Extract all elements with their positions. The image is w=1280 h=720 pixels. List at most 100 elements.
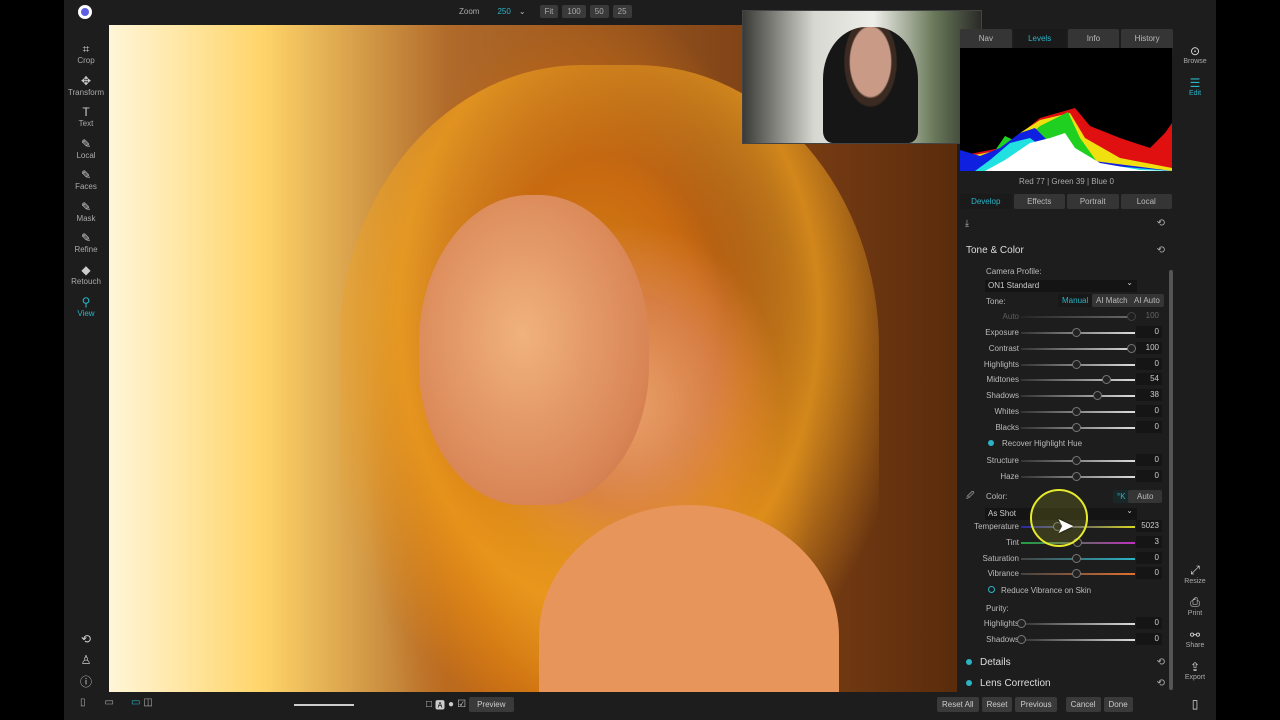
module-export[interactable]: ⇪ Export	[1176, 660, 1214, 681]
tool-transform[interactable]: ✥ Transform	[64, 74, 108, 97]
slider-handle[interactable]	[1101, 375, 1111, 385]
slider-value-field[interactable]: 0	[1136, 551, 1162, 564]
mask-view-icon[interactable]: □	[426, 699, 432, 710]
cancel-button[interactable]: Cancel	[1065, 697, 1101, 712]
reset-icon[interactable]: ⟲	[1157, 218, 1165, 229]
vibrance-slider[interactable]: Vibrance 0	[958, 567, 1168, 581]
zoom-50-button[interactable]: 50	[589, 5, 609, 18]
slider-value-field[interactable]: 0	[1136, 469, 1162, 482]
eyedropper-icon[interactable]: 🖉	[966, 490, 975, 504]
module-browse[interactable]: ⊙ Browse	[1176, 44, 1214, 65]
tab-nav[interactable]: Nav	[960, 29, 1012, 49]
shadows-slider[interactable]: Shadows 0	[958, 632, 1168, 647]
reset-icon[interactable]: ⟲	[1157, 245, 1165, 256]
slider-value-field[interactable]: 5023	[1136, 520, 1162, 532]
slider-value-field[interactable]: 0	[1136, 405, 1162, 417]
zoom-25-button[interactable]: 25	[612, 5, 632, 18]
tool-text[interactable]: T Text	[64, 105, 108, 128]
slider-value-field[interactable]: 38	[1136, 389, 1162, 402]
tool-local[interactable]: ✎ Local	[64, 137, 108, 160]
slider-value-field[interactable]: 0	[1136, 326, 1162, 338]
panel-toggle-icon[interactable]: ▯	[1176, 697, 1214, 711]
slider-handle[interactable]	[1072, 553, 1081, 563]
tool-view[interactable]: ⚲ View	[64, 295, 108, 318]
haze-slider[interactable]: Haze 0	[958, 469, 1168, 484]
slider-track[interactable]	[1021, 347, 1135, 350]
reset-icon[interactable]: ⟲	[1157, 678, 1165, 689]
slider-handle[interactable]	[1017, 619, 1026, 628]
module-print[interactable]: ⎙ Print	[1176, 595, 1214, 617]
preview-button[interactable]: Preview	[469, 697, 514, 712]
slider-value-field[interactable]: 3	[1136, 535, 1162, 548]
tool-refine[interactable]: ✎ Refine	[64, 231, 108, 254]
filmstrip-icon[interactable]: ▭	[105, 697, 114, 708]
slider-value-field[interactable]: 100	[1136, 341, 1162, 354]
recover-highlight-toggle[interactable]: Recover Highlight Hue	[988, 439, 1082, 448]
module-edit[interactable]: ☰ Edit	[1176, 76, 1214, 97]
module-share[interactable]: ⚯ Share	[1176, 628, 1214, 649]
reset-icon[interactable]: ⟲	[1157, 657, 1165, 668]
exposure-slider[interactable]: Exposure 0	[958, 326, 1168, 340]
highlights-slider[interactable]: Highlights 0	[958, 617, 1168, 631]
done-button[interactable]: Done	[1103, 697, 1133, 712]
slider-value-field[interactable]: 0	[1136, 357, 1162, 370]
slider-handle[interactable]	[1072, 407, 1081, 416]
panel-scrollbar[interactable]	[1169, 270, 1173, 690]
user-icon[interactable]: ♙	[64, 653, 108, 667]
tone-manual-button[interactable]: Manual	[1058, 294, 1093, 307]
blacks-slider[interactable]: Blacks 0	[958, 420, 1168, 435]
save-preset-icon[interactable]: ⤓	[965, 218, 969, 229]
compare-view-icon[interactable]: ◫	[143, 697, 152, 708]
zoom-100-button[interactable]: 100	[562, 5, 586, 18]
highlights-slider[interactable]: Highlights 0	[958, 357, 1168, 372]
slider-handle[interactable]	[1072, 456, 1081, 465]
shadows-slider[interactable]: Shadows 38	[958, 389, 1168, 403]
chevron-down-icon[interactable]: ⌄	[519, 7, 526, 16]
slider-handle[interactable]	[1072, 422, 1081, 432]
tool-retouch[interactable]: ◆ Retouch	[64, 263, 108, 286]
slider-handle[interactable]	[1017, 634, 1026, 644]
tab-local[interactable]: Local	[1120, 194, 1172, 209]
tool-crop[interactable]: ⌗ Crop	[64, 42, 108, 65]
slider-handle[interactable]	[1072, 328, 1081, 337]
midtones-slider[interactable]: Midtones 54	[958, 373, 1168, 387]
slider-track[interactable]	[1021, 379, 1135, 382]
tab-effects[interactable]: Effects	[1013, 194, 1065, 209]
slider-value-field[interactable]: 0	[1136, 567, 1162, 580]
sidebar-toggle-icon[interactable]: ▯	[80, 697, 86, 708]
module-resize[interactable]: ⤢ Resize	[1176, 563, 1214, 585]
tone-ai-match-button[interactable]: AI Match	[1092, 294, 1132, 307]
reset-all-button[interactable]: Reset All	[937, 697, 979, 712]
soft-proof-icon[interactable]: ☑	[457, 699, 466, 710]
reduce-vibrance-toggle[interactable]: Reduce Vibrance on Skin	[988, 586, 1091, 595]
slider-value-field[interactable]: 0	[1136, 617, 1162, 629]
slider-handle[interactable]	[1072, 471, 1081, 481]
overlay-icon[interactable]: 🅰	[435, 697, 445, 712]
slider-handle[interactable]	[1072, 569, 1081, 579]
previous-button[interactable]: Previous	[1015, 697, 1057, 712]
zoom-select[interactable]: 250	[497, 7, 510, 16]
slider-track[interactable]	[1021, 395, 1135, 398]
tab-develop[interactable]: Develop	[960, 194, 1012, 209]
tone-ai-auto-button[interactable]: AI Auto	[1130, 294, 1164, 307]
tab-info[interactable]: Info	[1067, 29, 1120, 49]
slider-handle[interactable]	[1127, 343, 1136, 353]
lens-correction-section[interactable]: Lens Correction	[966, 678, 1051, 689]
tone-color-title[interactable]: Tone & Color	[966, 245, 1024, 256]
slider-handle[interactable]	[1072, 359, 1081, 369]
slider-value-field[interactable]: 0	[1136, 454, 1162, 466]
slider-track[interactable]	[1021, 638, 1135, 641]
saturation-slider[interactable]: Saturation 0	[958, 551, 1168, 566]
slider-track[interactable]	[1021, 623, 1135, 625]
color-auto-button[interactable]: Auto	[1128, 490, 1163, 503]
slider-value-field[interactable]: 0	[1136, 632, 1162, 645]
tool-mask[interactable]: ✎ Mask	[64, 200, 108, 223]
single-view-icon[interactable]: ▭	[131, 697, 140, 708]
auto-slider[interactable]: Auto 100	[958, 310, 1168, 324]
slider-value-field[interactable]: 54	[1136, 373, 1162, 386]
tab-levels[interactable]: Levels	[1013, 29, 1066, 49]
whites-slider[interactable]: Whites 0	[958, 405, 1168, 419]
zoom-fit-button[interactable]: Fit	[539, 5, 559, 18]
details-section[interactable]: Details	[966, 657, 1011, 668]
clipping-icon[interactable]: ●	[448, 699, 454, 710]
